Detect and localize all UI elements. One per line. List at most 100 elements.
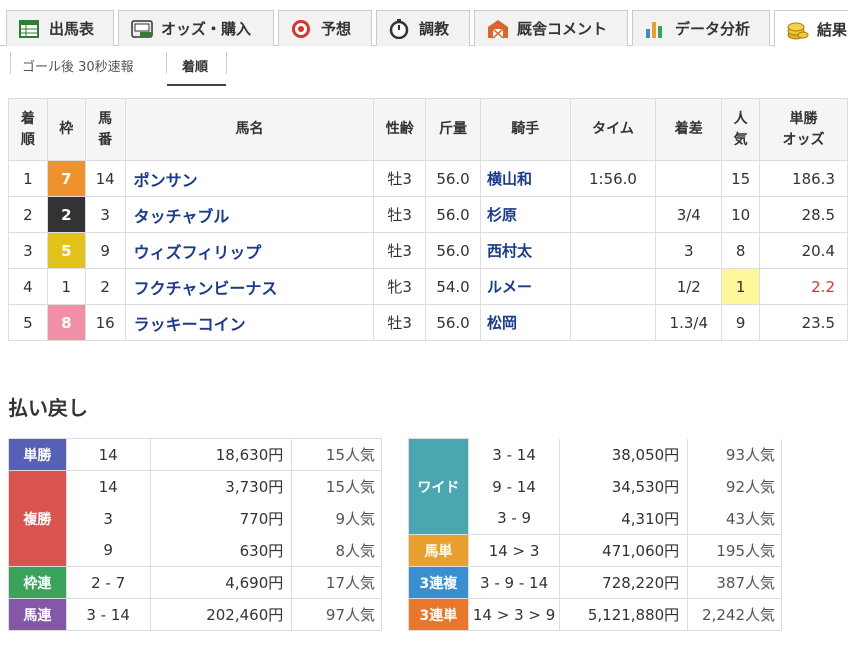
target-icon [291,19,311,39]
tab-chokyo[interactable]: 調教 [376,10,470,46]
payout-amount: 770円 [149,502,293,535]
popularity: 15人気 [291,470,382,503]
header-pop: 人気 [721,98,761,161]
results-header: 着順 枠 馬番 馬名 性齢 斤量 騎手 タイム 着差 人気 単勝 オッズ [8,98,848,161]
weight: 56.0 [425,196,481,233]
popularity: 8 [721,232,761,269]
bet-type-label: 3連単 [408,598,469,631]
subtab-chakujun[interactable]: 着順 [182,56,208,75]
jockey-link[interactable]: 杉原 [479,196,571,233]
coins-icon [787,19,809,40]
header-sexage: 性齢 [373,98,427,161]
horse-name-link[interactable]: フクチャンビーナス [124,268,375,305]
combination: 14 [65,438,151,471]
tab-data-analysis[interactable]: データ分析 [632,10,770,46]
subtab-underline [167,84,226,86]
weight: 56.0 [425,160,481,197]
sexage: 牝3 [373,268,427,305]
results-table: 着順 枠 馬番 馬名 性齢 斤量 騎手 タイム 着差 人気 単勝 オッズ 1 7 … [8,98,848,341]
combination: 14 > 3 > 9 [467,598,561,631]
bet-type-label: ワイド [408,438,469,535]
waku-badge: 8 [46,304,86,341]
sexage: 牡3 [373,160,427,197]
jockey-link[interactable]: 横山和 [479,160,571,197]
rank: 1 [8,160,48,197]
popularity: 10 [721,196,761,233]
popularity: 2,242人気 [687,598,782,631]
table-row: 2 2 3 タッチャブル 牡3 56.0 杉原 3/4 10 28.5 [8,196,848,233]
popularity: 93人気 [687,438,782,471]
popularity-favorite: 1 [721,268,761,305]
tab-label: 結果 [817,20,848,39]
table-icon [19,19,39,39]
horse-name-link[interactable]: ウィズフィリップ [124,232,375,269]
odds: 28.5 [759,196,848,233]
tab-label: データ分析 [675,20,751,38]
odds: 20.4 [759,232,848,269]
popularity: 15人気 [291,438,382,471]
combination: 3 [65,502,151,535]
time [569,268,657,305]
tab-kyusha-comment[interactable]: 厩舎コメント [474,10,628,46]
popularity: 195人気 [687,534,782,567]
header-margin: 着差 [655,98,723,161]
popularity: 92人気 [687,470,782,503]
jockey-link[interactable]: 西村太 [479,232,571,269]
tab-odds[interactable]: オッズ・購入 [118,10,274,46]
tab-shutsubahyo[interactable]: 出馬表 [6,10,114,46]
payout-amount: 4,310円 [559,502,689,535]
payout-amount: 3,730円 [149,470,293,503]
sexage: 牡3 [373,232,427,269]
payout-amount: 630円 [149,534,293,567]
tab-label: 厩舎コメント [517,20,608,38]
horse-name-link[interactable]: ポンサン [124,160,375,197]
umaban: 14 [84,160,126,197]
jockey-link[interactable]: ルメー [479,268,571,305]
combination: 9 - 14 [467,470,561,503]
popularity: 9人気 [291,502,382,535]
jockey-link[interactable]: 松岡 [479,304,571,341]
payout-amount: 5,121,880円 [559,598,689,631]
tab-yoso[interactable]: 予想 [278,10,372,46]
payout-amount: 34,530円 [559,470,689,503]
payout-row-sanrentan: 3連単 14 > 3 > 9 5,121,880円 2,242人気 [408,598,782,631]
combination: 14 [65,470,151,503]
weight: 56.0 [425,232,481,269]
margin: 1.3/4 [655,304,723,341]
payout-row-umatan: 馬単 14 > 3 471,060円 195人気 [408,534,782,567]
subtab-sokuho[interactable]: ゴール後 30秒速報 [22,56,134,75]
popularity: 97人気 [291,598,382,631]
combination: 9 [65,534,151,567]
rank: 5 [8,304,48,341]
popularity: 17人気 [291,566,382,599]
header-weight: 斤量 [425,98,481,161]
rank: 3 [8,232,48,269]
header-name: 馬名 [124,98,375,161]
table-row: 4 1 2 フクチャンビーナス 牝3 54.0 ルメー 1/2 1 2.2 [8,268,848,305]
divider [10,52,11,74]
payout-row-tansho: 単勝 14 18,630円 15人気 [8,438,382,471]
payout-amount: 4,690円 [149,566,293,599]
waku-badge: 5 [46,232,86,269]
tab-kekka[interactable]: 結果 [774,10,848,47]
umaban: 16 [84,304,126,341]
odds: 186.3 [759,160,848,197]
payout-row-fukusho: 複勝 14 3,730円 15人気 [8,470,382,567]
bet-type-label: 3連複 [408,566,469,599]
waku-badge: 1 [46,268,86,305]
combination: 2 - 7 [65,566,151,599]
payout-row-wide: ワイド 3 - 14 38,050円 93人気 [408,438,782,535]
time [569,304,657,341]
payout-row-wakuren: 枠連 2 - 7 4,690円 17人気 [8,566,382,599]
payout-amount: 728,220円 [559,566,689,599]
horse-name-link[interactable]: ラッキーコイン [124,304,375,341]
horse-name-link[interactable]: タッチャブル [124,196,375,233]
table-row: 1 7 14 ポンサン 牡3 56.0 横山和 1:56.0 15 186.3 [8,160,848,197]
sexage: 牡3 [373,196,427,233]
payout-table-left: 単勝 14 18,630円 15人気 複勝 14 3,730円 15人気 3 7… [8,438,382,631]
header-odds: 単勝 オッズ [759,98,848,161]
odds: 23.5 [759,304,848,341]
header-rank: 着順 [8,98,48,161]
race-tabs: 出馬表 オッズ・購入 予想 調教 厩舎コメント データ分析 結果 [0,0,848,47]
margin: 3 [655,232,723,269]
